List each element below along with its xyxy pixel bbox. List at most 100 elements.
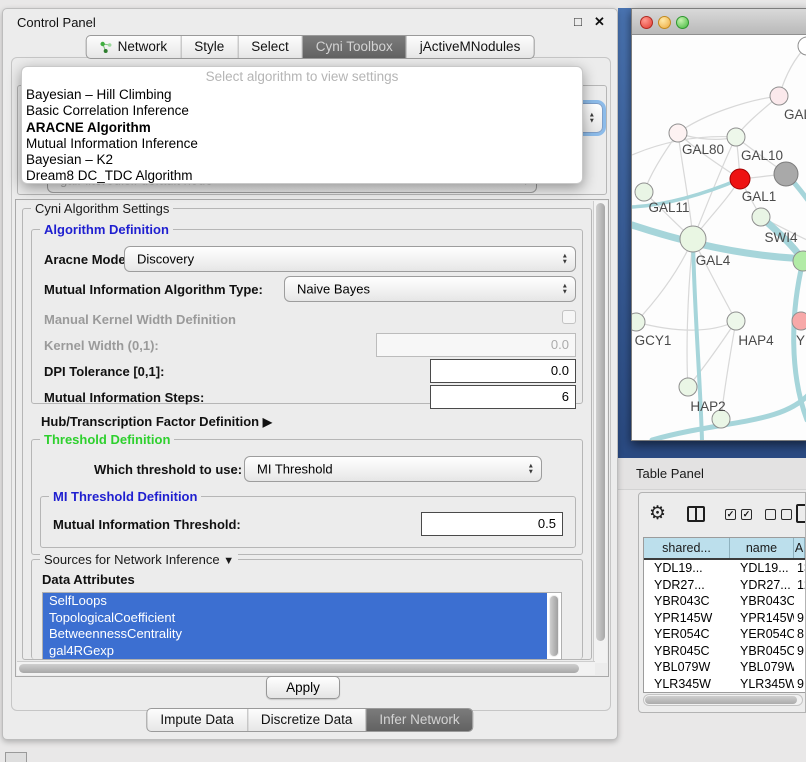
close-traffic-light-icon[interactable] bbox=[640, 16, 653, 29]
apply-button[interactable]: Apply bbox=[266, 676, 340, 699]
node-unlabeled-top[interactable] bbox=[798, 37, 806, 55]
node-gal11[interactable] bbox=[635, 183, 653, 201]
node-gal1-selected[interactable] bbox=[730, 169, 750, 189]
group-title: MI Threshold Definition bbox=[49, 489, 201, 504]
group-title: Cyni Algorithm Settings bbox=[31, 201, 173, 216]
list-item[interactable]: gal4RGexp bbox=[43, 643, 547, 660]
tab-impute-data[interactable]: Impute Data bbox=[147, 709, 248, 731]
stepper-icon: ▲▼ bbox=[562, 284, 568, 295]
table-row[interactable]: YBR043C YBR043C bbox=[644, 593, 805, 610]
tab-cyni-toolbox[interactable]: Cyni Toolbox bbox=[303, 36, 407, 58]
table-row[interactable]: YBL079W YBL079W bbox=[644, 659, 805, 676]
dpi-tolerance-field[interactable]: 0.0 bbox=[430, 359, 576, 383]
close-icon[interactable]: ✕ bbox=[594, 14, 605, 30]
chevron-right-icon[interactable]: ▶ bbox=[263, 415, 272, 429]
dropdown-item[interactable]: Mutual Information Inference bbox=[22, 136, 582, 152]
node-gal-partial[interactable] bbox=[770, 87, 788, 105]
network-canvas[interactable]: GAL GAL80 GAL10 GAL1 GAL11 SWI4 GAL4 GCY… bbox=[632, 35, 806, 440]
kernel-width-field[interactable]: 0.0 bbox=[376, 333, 576, 357]
manual-kernel-width-checkbox[interactable] bbox=[562, 310, 576, 324]
tab-select[interactable]: Select bbox=[238, 36, 303, 58]
table-row[interactable]: YDR27... YDR27... 12 bbox=[644, 577, 805, 594]
control-panel-tabs: Network Style Select Cyni Toolbox jActiv… bbox=[86, 35, 535, 59]
mi-algorithm-type-combobox[interactable]: Naive Bayes ▲▼ bbox=[284, 276, 576, 302]
tab-network[interactable]: Network bbox=[87, 36, 182, 58]
scrollbar-thumb[interactable] bbox=[19, 664, 579, 673]
network-graph: GAL GAL80 GAL10 GAL1 GAL11 SWI4 GAL4 GCY… bbox=[632, 35, 806, 440]
chevron-down-icon[interactable]: ▼ bbox=[223, 555, 234, 567]
table-row[interactable]: YBR045C YBR045C 9. bbox=[644, 643, 805, 660]
dropdown-item[interactable]: Bayesian – Hill Climbing bbox=[22, 87, 582, 103]
which-threshold-label: Which threshold to use: bbox=[94, 462, 242, 477]
mi-algorithm-type-label: Mutual Information Algorithm Type: bbox=[44, 282, 263, 297]
dropdown-item-selected[interactable]: ARACNE Algorithm bbox=[22, 120, 582, 136]
minimized-panel-icon[interactable] bbox=[5, 752, 27, 762]
vertical-scrollbar[interactable] bbox=[593, 201, 607, 663]
column-header[interactable]: shared... bbox=[644, 538, 730, 558]
horizontal-scrollbar[interactable] bbox=[17, 661, 595, 675]
table-header-row: shared... name A bbox=[644, 538, 805, 560]
table-row[interactable]: YER054C YER054C 8. bbox=[644, 626, 805, 643]
dropdown-item[interactable]: Dream8 DC_TDC Algorithm bbox=[22, 168, 582, 184]
group-title: Algorithm Definition bbox=[40, 222, 173, 237]
float-window-icon[interactable]: □ bbox=[574, 14, 582, 29]
tab-jactivemnodules[interactable]: jActiveMNodules bbox=[407, 36, 534, 58]
tab-discretize-data[interactable]: Discretize Data bbox=[248, 709, 367, 731]
column-browser-icon[interactable] bbox=[687, 506, 705, 522]
data-attributes-list[interactable]: SelfLoops TopologicalCoefficient Between… bbox=[42, 592, 562, 660]
document-icon[interactable] bbox=[796, 504, 806, 523]
mi-threshold-label: Mutual Information Threshold: bbox=[53, 517, 241, 532]
node-gal80[interactable] bbox=[669, 124, 687, 142]
network-window-titlebar[interactable] bbox=[632, 9, 806, 35]
dropdown-item[interactable]: Bayesian – K2 bbox=[22, 152, 582, 168]
table-row[interactable]: YLR345W YLR345W 9. bbox=[644, 676, 805, 693]
hub-definition-expander[interactable]: Hub/Transcription Factor Definition ▶ bbox=[41, 414, 272, 429]
unchecked-checkbox-icon[interactable] bbox=[781, 509, 792, 520]
table-row[interactable]: YPR145W YPR145W 9. bbox=[644, 610, 805, 627]
table-horizontal-scrollbar[interactable] bbox=[643, 694, 803, 706]
node-label: SWI4 bbox=[764, 230, 797, 245]
minimize-traffic-light-icon[interactable] bbox=[658, 16, 671, 29]
node-label: GCY1 bbox=[635, 333, 672, 348]
checked-checkbox-icon[interactable]: ✓ bbox=[741, 509, 752, 520]
node-label: HAP2 bbox=[690, 399, 725, 414]
which-threshold-combobox[interactable]: MI Threshold ▲▼ bbox=[244, 456, 542, 482]
dropdown-item[interactable]: Basic Correlation Inference bbox=[22, 103, 582, 119]
node-gal4[interactable] bbox=[680, 226, 706, 252]
control-panel-window: Control Panel □ ✕ Network Style Select C… bbox=[2, 8, 618, 740]
node-hap2[interactable] bbox=[679, 378, 697, 396]
tab-infer-network[interactable]: Infer Network bbox=[366, 709, 472, 731]
scrollbar-thumb[interactable] bbox=[645, 696, 797, 704]
list-item[interactable]: SelfLoops bbox=[43, 593, 547, 610]
node-label: GAL1 bbox=[742, 189, 777, 204]
table-row[interactable]: YDL19... YDL19... 13 bbox=[644, 560, 805, 577]
node-gcy1[interactable] bbox=[632, 313, 645, 331]
threshold-definition-group: Threshold Definition Which threshold to … bbox=[31, 439, 583, 555]
node-salmon-partial[interactable] bbox=[792, 312, 806, 330]
mi-threshold-field[interactable]: 0.5 bbox=[421, 512, 563, 536]
node-hap4[interactable] bbox=[727, 312, 745, 330]
node-gray[interactable] bbox=[774, 162, 798, 186]
aracne-mode-combobox[interactable]: Discovery ▲▼ bbox=[124, 246, 576, 272]
network-view-window: GAL GAL80 GAL10 GAL1 GAL11 SWI4 GAL4 GCY… bbox=[631, 8, 806, 441]
column-header[interactable]: name bbox=[730, 538, 794, 558]
unchecked-checkbox-icon[interactable] bbox=[765, 509, 776, 520]
node-label: GAL11 bbox=[648, 200, 689, 215]
control-panel-title: Control Panel bbox=[17, 15, 96, 30]
list-item[interactable]: TopologicalCoefficient bbox=[43, 610, 547, 627]
scrollbar-thumb[interactable] bbox=[596, 203, 605, 641]
list-item[interactable]: BetweennessCentrality bbox=[43, 626, 547, 643]
mi-steps-field[interactable]: 6 bbox=[430, 385, 576, 409]
list-vertical-scrollbar[interactable] bbox=[549, 595, 559, 657]
table-row[interactable]: YIL053C YIL053C 9 bbox=[644, 692, 805, 693]
zoom-traffic-light-icon[interactable] bbox=[676, 16, 689, 29]
column-header[interactable]: A bbox=[794, 538, 805, 558]
node-table[interactable]: shared... name A YDL19... YDL19... 13 YD… bbox=[643, 537, 805, 693]
algorithm-dropdown-list: Select algorithm to view settings Bayesi… bbox=[21, 66, 583, 184]
checked-checkbox-icon[interactable]: ✓ bbox=[725, 509, 736, 520]
scrollbar-thumb[interactable] bbox=[550, 596, 558, 656]
gear-icon[interactable]: ⚙ bbox=[649, 502, 666, 525]
node-gal10[interactable] bbox=[727, 128, 745, 146]
tab-style[interactable]: Style bbox=[181, 36, 238, 58]
node-swi4[interactable] bbox=[752, 208, 770, 226]
